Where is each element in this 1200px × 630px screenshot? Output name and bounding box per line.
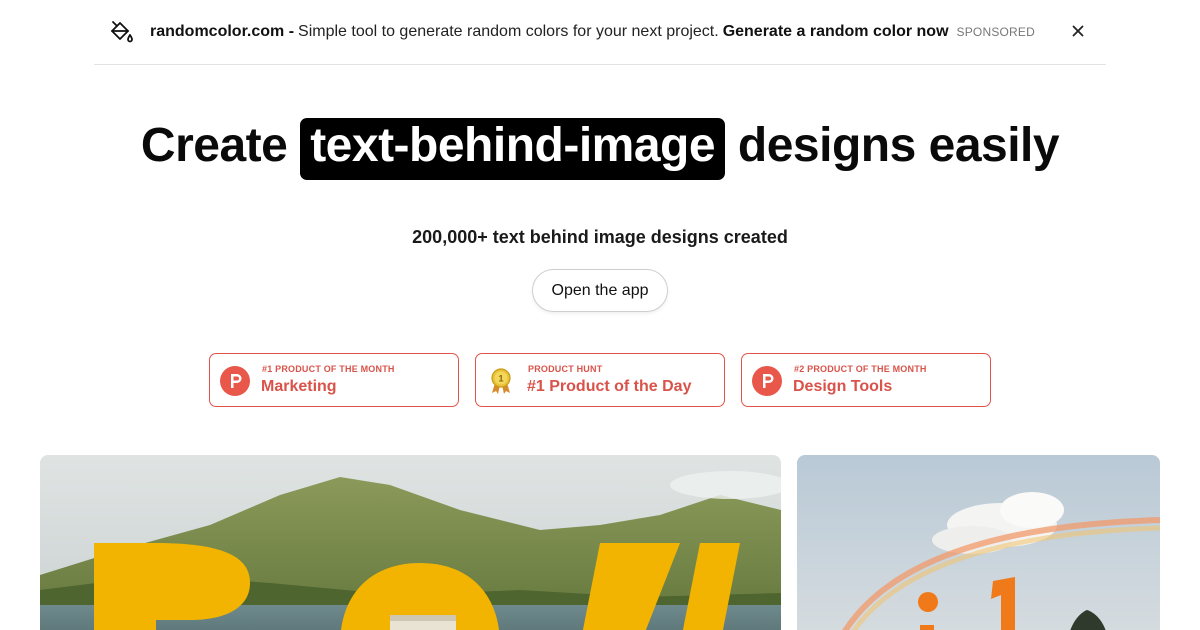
badge-title: Marketing [261,378,337,395]
badge-product-of-day[interactable]: 1 PRODUCT HUNT #1 Product of the Day [475,353,725,407]
showcase-image-rainbow-sky [797,455,1160,630]
sponsor-content[interactable]: randomcolor.com - Simple tool to generat… [108,19,1035,45]
sponsored-label: SPONSORED [956,25,1035,39]
sponsor-brand[interactable]: randomcolor.com - [150,23,294,41]
headline-post: designs easily [737,119,1060,172]
producthunt-icon [220,366,250,396]
badge-product-of-month-marketing[interactable]: #1 PRODUCT OF THE MONTH Marketing [209,353,459,407]
sponsor-description: Simple tool to generate random colors fo… [298,23,719,40]
paint-bucket-icon [108,19,134,45]
badge-title: Design Tools [793,378,893,395]
page-title: Create text-behind-image designs easily [0,116,1200,180]
sponsor-cta-link[interactable]: Generate a random color now [723,23,949,41]
badge-title: #1 Product of the Day [527,378,692,395]
open-app-button[interactable]: Open the app [532,269,668,312]
designs-created-stat: 200,000+ text behind image designs creat… [412,227,788,247]
producthunt-icon [752,366,782,396]
svg-text:1: 1 [498,374,503,384]
sponsor-banner: randomcolor.com - Simple tool to generat… [94,0,1106,65]
headline-highlight: text-behind-image [300,118,726,180]
medal-icon: 1 [486,366,516,396]
close-icon[interactable] [1069,22,1087,40]
headline-pre: Create [140,119,288,172]
badge-product-of-month-design-tools[interactable]: #2 PRODUCT OF THE MONTH Design Tools [741,353,991,407]
showcase-image-mountain-lake [40,455,781,630]
badge-subtitle: PRODUCT HUNT [528,364,603,374]
badge-subtitle: #1 PRODUCT OF THE MONTH [262,364,395,374]
badge-subtitle: #2 PRODUCT OF THE MONTH [794,364,927,374]
